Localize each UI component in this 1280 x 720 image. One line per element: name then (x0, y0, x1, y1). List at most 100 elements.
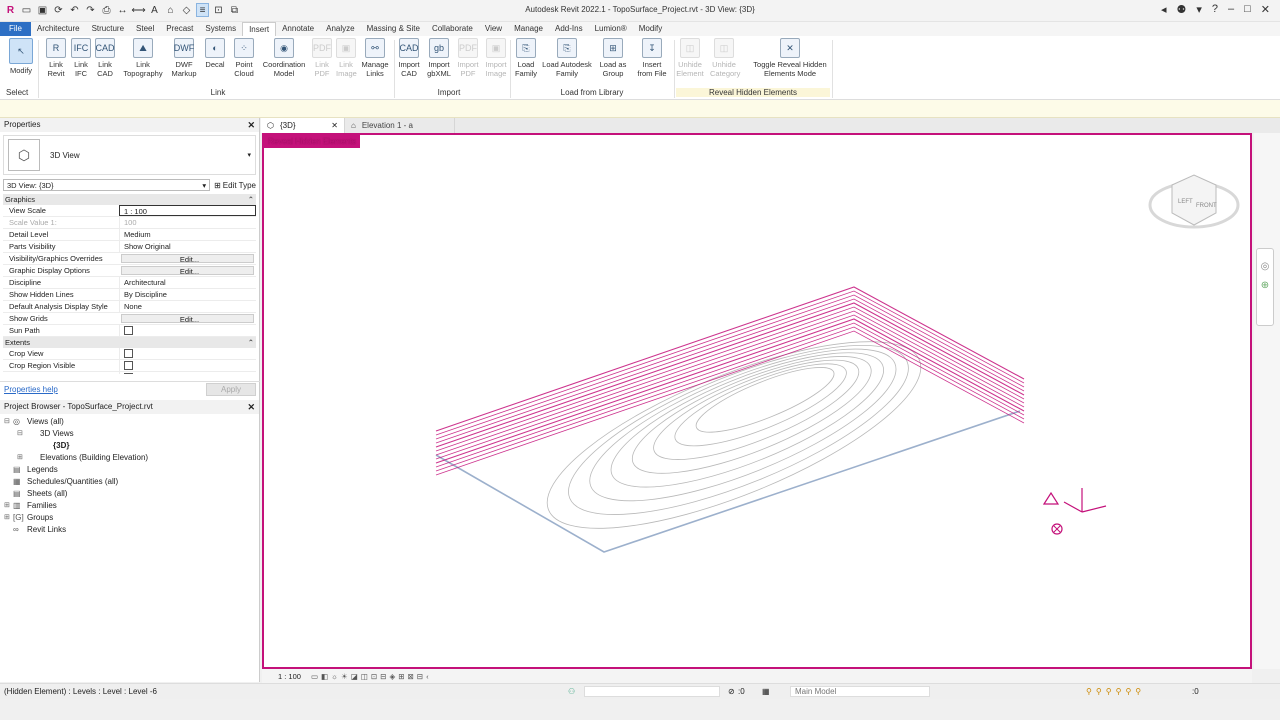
collapse-icon[interactable]: ⌃ (248, 194, 254, 205)
steering-wheel-icon[interactable]: ◎ (1257, 261, 1273, 272)
tree-item[interactable]: ∞ Revit Links (4, 524, 255, 536)
view-tab[interactable]: ⬡ {3D} ✕ (261, 118, 345, 133)
design-option-selector[interactable]: Main Model (790, 686, 930, 697)
tab-view[interactable]: View (479, 22, 508, 36)
tab-add-ins[interactable]: Add-Ins (549, 22, 589, 36)
tab-manage[interactable]: Manage (508, 22, 549, 36)
ribbon-button-load-family[interactable]: ⎘ Load Family (514, 38, 538, 78)
view-controls-icons[interactable]: ▭◧☼☀◪◫⊡⊟◈⊞⊠⊟‹ (311, 672, 432, 681)
property-value[interactable]: None (119, 301, 256, 312)
checkbox[interactable] (124, 349, 133, 358)
ribbon-button-link-cad[interactable]: CAD Link CAD (94, 38, 116, 78)
ribbon-button-import-gbxml[interactable]: gb Import gbXML (424, 38, 454, 78)
minimize-button[interactable]: – (1228, 3, 1234, 16)
collapse-icon[interactable]: ⌃ (248, 337, 254, 348)
ribbon-button-import-cad[interactable]: CAD Import CAD (396, 38, 422, 78)
tab-collaborate[interactable]: Collaborate (426, 22, 479, 36)
properties-help-link[interactable]: Properties help (4, 385, 58, 394)
ribbon-button-link-image[interactable]: ▣ Link Image (336, 38, 357, 78)
selection-filters-icons[interactable]: ⚲⚲⚲⚲⚲⚲ (1086, 687, 1145, 696)
checkbox[interactable] (124, 373, 133, 374)
property-value[interactable] (119, 325, 256, 336)
ribbon-button-point-cloud[interactable]: ⁘ Point Cloud (232, 38, 256, 78)
ribbon-button-insert-from-file[interactable]: ↧ Insert from File (634, 38, 670, 78)
design-options-icon[interactable]: ▦ (762, 687, 770, 696)
ribbon-button-import-pdf[interactable]: PDF Import PDF (456, 38, 480, 78)
ribbon-button-load-as-group[interactable]: ⊞ Load as Group (598, 38, 628, 78)
view-scale[interactable]: 1 : 100 (278, 672, 301, 681)
ribbon-button-load-autodesk-family[interactable]: ⎘ Load Autodesk Family (540, 38, 594, 78)
expand-toggle-icon[interactable]: ⊞ (4, 500, 13, 512)
users-icon[interactable]: ⚉ (1176, 3, 1186, 16)
search-icon[interactable]: ◂ (1161, 3, 1167, 16)
worksets-icon[interactable]: ⚇ (568, 687, 575, 696)
ribbon-button-dwf-markup[interactable]: DWF DWF Markup (170, 38, 198, 78)
ribbon-button-decal[interactable]: ◐ Decal (202, 38, 228, 69)
tree-item[interactable]: ▤ Sheets (all) (4, 488, 255, 500)
tab-file[interactable]: File (0, 22, 31, 36)
expand-toggle-icon[interactable]: ⊟ (4, 416, 13, 428)
property-value[interactable]: Edit... (121, 254, 254, 263)
close-icon[interactable]: ✕ (247, 402, 255, 412)
edit-type-button[interactable]: ⊞ Edit Type (214, 181, 256, 190)
instance-filter[interactable]: 3D View: {3D} ▾ (3, 179, 211, 191)
tab-insert[interactable]: Insert (242, 22, 277, 36)
property-value[interactable]: Medium (119, 229, 256, 240)
expand-toggle-icon[interactable]: ⊞ (4, 512, 13, 524)
tab-systems[interactable]: Systems (199, 22, 242, 36)
tree-item[interactable]: ▦ Schedules/Quantities (all) (4, 476, 255, 488)
ribbon-button-link-ifc[interactable]: IFC Link IFC (70, 38, 92, 78)
expand-toggle-icon[interactable]: ⊟ (17, 428, 26, 440)
help-icon[interactable]: ? (1212, 3, 1218, 16)
checkbox[interactable] (124, 326, 133, 335)
property-value[interactable]: Edit... (121, 266, 254, 275)
drawing-canvas[interactable]: Reveal Hidden Elements LEFT FRONT (262, 133, 1252, 669)
property-value[interactable] (119, 360, 256, 371)
chevron-down-icon[interactable]: ▾ (247, 151, 251, 159)
checkbox[interactable] (124, 361, 133, 370)
apply-button[interactable]: Apply (205, 383, 256, 396)
group-graphics[interactable]: Graphics ⌃ (3, 194, 256, 205)
tab-modify[interactable]: Modify (633, 22, 669, 36)
property-value[interactable]: By Discipline (119, 289, 256, 300)
tab-steel[interactable]: Steel (130, 22, 160, 36)
ribbon-button-coordination-model[interactable]: ◉ Coordination Model (260, 38, 308, 78)
close-icon[interactable]: ✕ (247, 120, 255, 130)
property-value[interactable] (119, 372, 256, 374)
close-icon[interactable]: ✕ (331, 121, 338, 130)
tab-precast[interactable]: Precast (160, 22, 199, 36)
tab-massing-site[interactable]: Massing & Site (361, 22, 426, 36)
ribbon-button-unhide-element[interactable]: ◫ Unhide Element (676, 38, 704, 78)
tree-item[interactable]: ⊟ 3D Views (4, 428, 255, 440)
zoom-icon[interactable]: ⊕ (1257, 280, 1273, 291)
tree-item[interactable]: ⊞ [G] Groups (4, 512, 255, 524)
tree-item[interactable]: ⊞ ▥ Families (4, 500, 255, 512)
ribbon-button-toggle-reveal-hidden-elements-mode[interactable]: ✕ Toggle Reveal Hidden Elements Mode (752, 38, 828, 78)
ribbon-button-import-image[interactable]: ▣ Import Image (484, 38, 508, 78)
workset-selector[interactable] (584, 686, 720, 697)
editable-only-icon[interactable]: ⊘ (728, 687, 735, 696)
tab-structure[interactable]: Structure (86, 22, 130, 36)
type-selector[interactable]: ⬡ 3D View ▾ (3, 135, 256, 175)
property-value[interactable]: Architectural (119, 277, 256, 288)
ribbon-button-link-revit[interactable]: R Link Revit (44, 38, 68, 78)
tree-item[interactable]: ▤ Legends (4, 464, 255, 476)
tab-analyze[interactable]: Analyze (320, 22, 360, 36)
property-value[interactable]: 1 : 100 (119, 205, 256, 216)
navigation-wheel-bar[interactable]: ◎ ⊕ (1256, 248, 1274, 326)
ribbon-button-manage-links[interactable]: ⚯ Manage Links (360, 38, 390, 78)
tab-lumion-[interactable]: Lumion® (589, 22, 633, 36)
view-tab[interactable]: ⌂ Elevation 1 - a (345, 118, 455, 133)
maximize-button[interactable]: □ (1244, 3, 1251, 16)
tab-architecture[interactable]: Architecture (31, 22, 86, 36)
tree-item[interactable]: ⊟ ◎ Views (all) (4, 416, 255, 428)
ribbon-button-unhide-category[interactable]: ◫ Unhide Category (710, 38, 740, 78)
property-value[interactable]: Edit... (121, 314, 254, 323)
ribbon-button-link-pdf[interactable]: PDF Link PDF (312, 38, 332, 78)
close-button[interactable]: ✕ (1261, 3, 1270, 16)
tree-item[interactable]: {3D} (4, 440, 255, 452)
ribbon-button-link-topography[interactable]: ⛰ Link Topography (120, 38, 166, 78)
group-extents[interactable]: Extents ⌃ (3, 337, 256, 348)
ribbon-button-modify[interactable]: ↖ Modify (6, 38, 36, 75)
property-value[interactable]: Show Original (119, 241, 256, 252)
